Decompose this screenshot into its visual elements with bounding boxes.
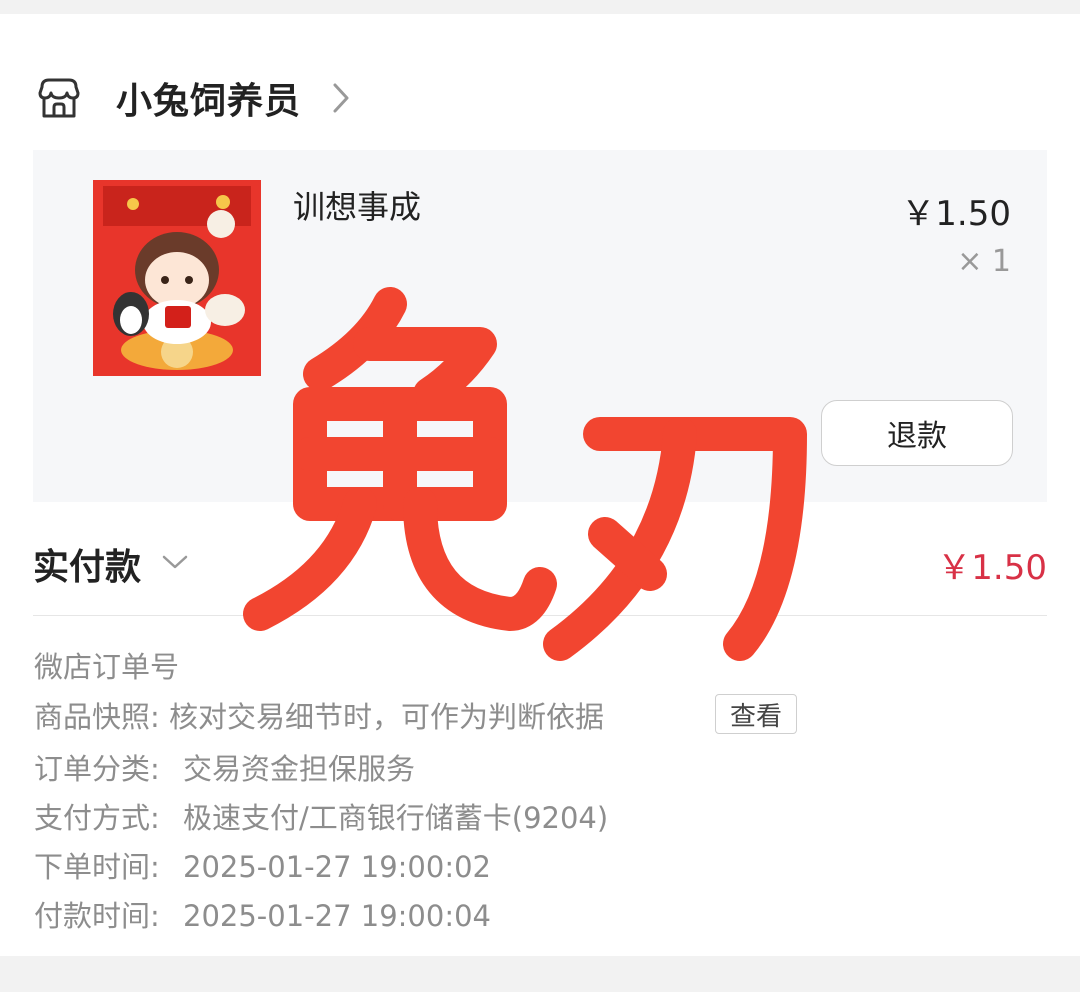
order-card: 小兔饲养员 训想事成 ￥1.50 × 1 退款 实付款 ￥1.50 微店订单号 … <box>0 14 1080 956</box>
category-label: 订单分类: <box>34 752 160 786</box>
category-row: 订单分类: 交易资金担保服务 <box>34 746 415 788</box>
pay-time-row: 付款时间: 2025-01-27 19:00:04 <box>34 893 491 935</box>
snapshot-row: 商品快照: 核对交易细节时，可作为判断依据 <box>34 694 604 736</box>
snapshot-text: 商品快照: 核对交易细节时，可作为判断依据 <box>34 700 604 734</box>
pay-method-row: 支付方式: 极速支付/工商银行储蓄卡(9204) <box>34 795 608 837</box>
item-price: ￥1.50 <box>901 194 1011 234</box>
pay-method-value: 极速支付/工商银行储蓄卡(9204) <box>183 801 609 835</box>
pay-time-value: 2025-01-27 19:00:04 <box>183 899 491 933</box>
item-title: 训想事成 <box>293 188 422 226</box>
paid-label: 实付款 <box>33 547 142 588</box>
paid-amount-row[interactable]: 实付款 ￥1.50 <box>33 530 1047 590</box>
category-value: 交易资金担保服务 <box>183 752 416 786</box>
order-item[interactable]: 训想事成 ￥1.50 × 1 退款 <box>33 150 1047 502</box>
order-number-row: 微店订单号 <box>34 644 179 686</box>
shop-name: 小兔饲养员 <box>116 81 302 122</box>
store-icon <box>38 78 80 118</box>
product-thumbnail[interactable] <box>93 180 261 376</box>
order-number-label: 微店订单号 <box>34 650 180 684</box>
refund-button[interactable]: 退款 <box>821 400 1013 466</box>
item-quantity: × 1 <box>957 244 1011 279</box>
view-snapshot-button[interactable]: 查看 <box>715 694 797 734</box>
divider <box>33 615 1047 616</box>
order-time-value: 2025-01-27 19:00:02 <box>183 850 491 884</box>
pay-time-label: 付款时间: <box>34 899 160 933</box>
order-time-row: 下单时间: 2025-01-27 19:00:02 <box>34 844 491 886</box>
redacted-order-number <box>210 646 630 694</box>
chevron-down-icon <box>162 555 188 569</box>
order-time-label: 下单时间: <box>34 850 160 884</box>
shop-header[interactable]: 小兔饲养员 <box>36 58 351 138</box>
paid-amount: ￥1.50 <box>937 548 1047 588</box>
chevron-right-icon <box>333 83 349 113</box>
pay-method-label: 支付方式: <box>34 801 160 835</box>
